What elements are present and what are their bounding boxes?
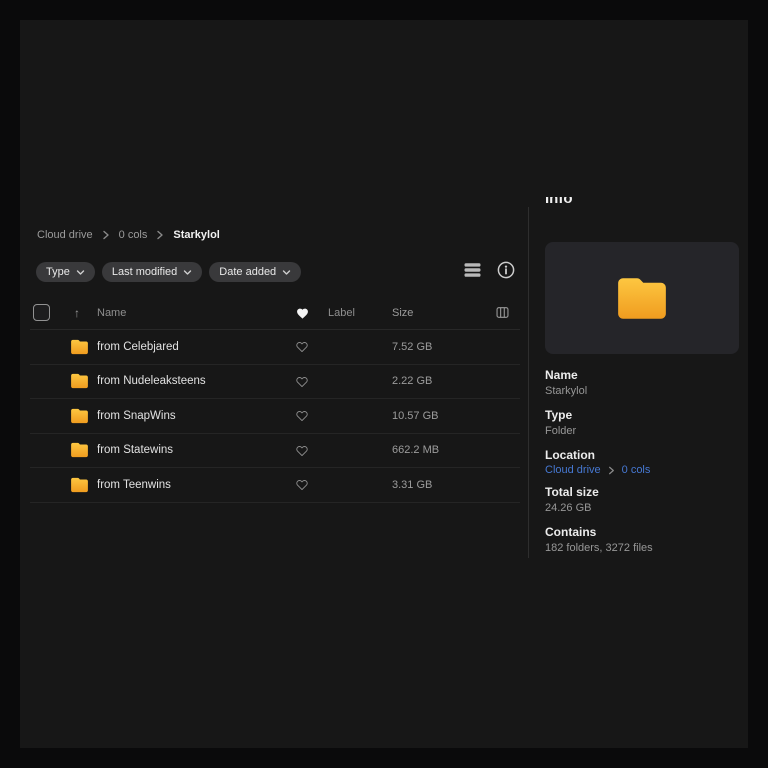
info-type-label: Type: [545, 408, 739, 423]
file-name: from Teenwins: [94, 479, 284, 491]
folder-icon: [70, 477, 89, 493]
file-size: 10.57 GB: [384, 410, 484, 422]
info-location-label: Location: [545, 448, 739, 463]
filter-last-modified-label: Last modified: [112, 266, 177, 278]
folder-icon-large: [615, 276, 669, 321]
filter-chip-row: Type Last modified Date added: [36, 262, 301, 282]
panel-divider: [528, 207, 529, 558]
filter-last-modified-chip[interactable]: Last modified: [102, 262, 202, 282]
info-panel: Info Name Starkylol Type Folder Location…: [545, 197, 739, 556]
columns-icon: [495, 305, 510, 320]
folder-icon: [70, 442, 89, 458]
table-row[interactable]: from SnapWins 10.57 GB: [30, 399, 520, 434]
favorite-toggle[interactable]: [284, 410, 320, 421]
heart-outline-icon: [296, 376, 308, 387]
info-panel-title: Info: [545, 197, 739, 207]
table-row[interactable]: from Nudeleaksteens 2.22 GB: [30, 365, 520, 400]
file-name: from Celebjared: [94, 341, 284, 353]
favorite-toggle[interactable]: [284, 479, 320, 490]
breadcrumb: Cloud drive 0 cols Starkylol: [37, 227, 220, 243]
file-table: ↑ Name Label Size: [30, 296, 520, 503]
file-size: 2.22 GB: [384, 375, 484, 387]
list-view-button[interactable]: [461, 259, 483, 281]
filter-type-label: Type: [46, 266, 70, 278]
file-size: 662.2 MB: [384, 444, 484, 456]
info-name-label: Name: [545, 368, 739, 383]
favorite-toggle[interactable]: [284, 445, 320, 456]
info-circle-icon: [497, 261, 515, 279]
info-contains-value: 182 folders, 3272 files: [545, 541, 739, 556]
filter-date-added-chip[interactable]: Date added: [209, 262, 301, 282]
column-header-label[interactable]: Label: [320, 307, 384, 319]
filter-date-added-label: Date added: [219, 266, 276, 278]
folder-icon: [70, 339, 89, 355]
file-size: 3.31 GB: [384, 479, 484, 491]
folder-icon: [70, 373, 89, 389]
heart-outline-icon: [296, 479, 308, 490]
chevron-down-icon: [183, 269, 192, 276]
info-group-contains: Contains 182 folders, 3272 files: [545, 525, 739, 556]
info-panel-title-clipped: Info: [545, 197, 739, 210]
location-link-0-cols[interactable]: 0 cols: [622, 464, 651, 476]
breadcrumb-0-cols[interactable]: 0 cols: [119, 229, 148, 241]
table-row[interactable]: from Celebjared 7.52 GB: [30, 330, 520, 365]
file-size: 7.52 GB: [384, 341, 484, 353]
file-name: from Nudeleaksteens: [94, 375, 284, 387]
heart-outline-icon: [296, 410, 308, 421]
table-row[interactable]: from Teenwins 3.31 GB: [30, 468, 520, 503]
column-header-size[interactable]: Size: [384, 307, 484, 319]
info-toggle-button[interactable]: [495, 259, 517, 281]
table-header-row: ↑ Name Label Size: [30, 296, 520, 330]
info-type-value: Folder: [545, 424, 739, 439]
folder-preview-card: [545, 242, 739, 354]
info-name-value: Starkylol: [545, 384, 739, 399]
favorite-toggle[interactable]: [284, 341, 320, 352]
sort-ascending-icon[interactable]: ↑: [70, 306, 94, 320]
heart-outline-icon: [296, 445, 308, 456]
file-name: from Statewins: [94, 444, 284, 456]
chevron-down-icon: [282, 269, 291, 276]
chevron-right-icon: [607, 465, 616, 476]
filter-type-chip[interactable]: Type: [36, 262, 95, 282]
info-location-breadcrumb: Cloud drive 0 cols: [545, 464, 739, 476]
select-all-checkbox[interactable]: [33, 304, 50, 321]
info-group-type: Type Folder: [545, 408, 739, 439]
info-total-size-value: 24.26 GB: [545, 501, 739, 516]
column-header-favorite[interactable]: [284, 307, 320, 319]
folder-icon: [70, 408, 89, 424]
favorite-heart-icon: [296, 307, 309, 319]
chevron-down-icon: [76, 269, 85, 276]
heart-outline-icon: [296, 341, 308, 352]
screenshot-stage: Cloud drive 0 cols Starkylol Type Last m…: [0, 0, 768, 768]
breadcrumb-current-folder: Starkylol: [173, 229, 219, 241]
column-settings-button[interactable]: [484, 305, 520, 320]
info-group-total-size: Total size 24.26 GB: [545, 485, 739, 516]
info-group-name: Name Starkylol: [545, 368, 739, 399]
column-header-name[interactable]: Name: [94, 307, 284, 319]
chevron-right-icon: [101, 229, 111, 241]
file-name: from SnapWins: [94, 410, 284, 422]
info-total-size-label: Total size: [545, 485, 739, 500]
breadcrumb-cloud-drive[interactable]: Cloud drive: [37, 229, 93, 241]
list-view-icon: [464, 262, 481, 278]
info-group-location: Location Cloud drive 0 cols: [545, 448, 739, 476]
view-toolbar: [461, 259, 517, 281]
location-link-cloud-drive[interactable]: Cloud drive: [545, 464, 601, 476]
info-contains-label: Contains: [545, 525, 739, 540]
chevron-right-icon: [155, 229, 165, 241]
favorite-toggle[interactable]: [284, 376, 320, 387]
table-row[interactable]: from Statewins 662.2 MB: [30, 434, 520, 469]
